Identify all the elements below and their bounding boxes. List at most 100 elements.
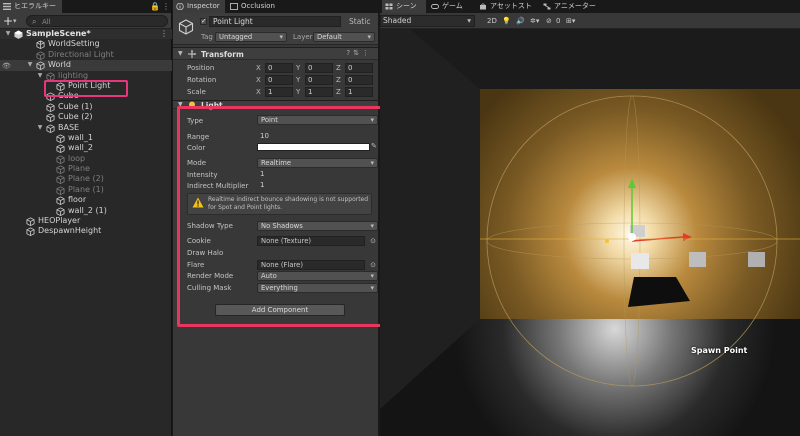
expand-arrow-icon[interactable]: ▼ xyxy=(178,50,183,57)
tree-row[interactable]: floor xyxy=(0,195,172,206)
layer-label: Layer xyxy=(293,33,313,41)
tab-animator[interactable]: アニメーター xyxy=(540,0,606,13)
gameobject-icon xyxy=(56,144,65,154)
position-x[interactable]: X0 xyxy=(256,63,294,73)
position-y[interactable]: Y0 xyxy=(296,63,334,73)
tab-hierarchy-label: ヒエラルキー xyxy=(14,2,56,10)
hierarchy-panel: ヒエラルキー 🔒 ⋮ + ▾ ⌕ All ▼ SampleScene* ⋮ Wo… xyxy=(0,0,172,436)
scale-x[interactable]: X1 xyxy=(256,87,294,97)
more-icon[interactable]: ⋮ xyxy=(162,0,170,13)
cube-object[interactable] xyxy=(689,252,706,267)
gameobject-icon xyxy=(46,123,55,133)
tab-hierarchy[interactable]: ヒエラルキー xyxy=(0,0,62,13)
cube-object[interactable] xyxy=(631,253,649,269)
tree-label: floor xyxy=(68,195,87,205)
expand-arrow-icon[interactable]: ▼ xyxy=(36,71,44,81)
audio-toggle-icon[interactable]: 🔊 xyxy=(516,16,525,26)
point-light-icon[interactable] xyxy=(628,233,636,241)
gameobject-icon xyxy=(56,134,65,143)
tree-row[interactable]: Plane (2) xyxy=(0,174,172,185)
tab-inspector[interactable]: Inspector xyxy=(173,0,225,13)
active-checkbox[interactable] xyxy=(200,17,207,25)
tab-scene-label: シーン xyxy=(396,2,417,10)
gameobject-header: Point Light Static Tag Untagged Layer De… xyxy=(173,13,378,45)
rotation-z[interactable]: Z0 xyxy=(336,75,374,85)
layer-dropdown[interactable]: Default xyxy=(313,32,375,42)
scene-grid-icon xyxy=(385,3,393,10)
expand-arrow-icon[interactable]: ▼ xyxy=(36,123,44,133)
rotation-x[interactable]: X0 xyxy=(256,75,294,85)
position-label: Position xyxy=(187,64,215,72)
effects-dropdown-icon[interactable]: ✲▾ xyxy=(530,16,539,26)
tab-occlusion[interactable]: Occlusion xyxy=(227,0,285,13)
tree-row[interactable]: HEOPlayer xyxy=(0,216,172,227)
tree-label: wall_1 xyxy=(68,132,93,142)
spawn-point-label: Spawn Point xyxy=(691,346,748,355)
tree-row[interactable]: Cube (1) xyxy=(0,102,172,112)
scale-y[interactable]: Y1 xyxy=(296,87,334,97)
gameobject-icon xyxy=(26,217,35,227)
tab-asset-store[interactable]: アセットストア xyxy=(476,0,538,23)
component-menu-icons[interactable]: ?⇅⋮ xyxy=(346,49,372,57)
tree-label: Cube (1) xyxy=(58,101,93,111)
list-icon xyxy=(3,3,11,10)
expand-arrow-icon[interactable]: ▼ xyxy=(26,60,34,70)
hierarchy-tabbar: ヒエラルキー 🔒 ⋮ xyxy=(0,0,171,13)
tree-row[interactable]: Plane xyxy=(0,164,172,175)
scene-panel: シーン ゲーム アセットストア アニメーター Shaded 2D 💡 🔊 ✲▾ … xyxy=(380,0,800,436)
tree-row[interactable]: wall_2 xyxy=(0,143,172,154)
gameobject-icon xyxy=(36,51,45,60)
tree-label: Cube (2) xyxy=(58,112,93,122)
2d-toggle[interactable]: 2D xyxy=(487,16,497,26)
tree-row[interactable]: Cube (2) xyxy=(0,112,172,123)
scene-tabbar: シーン ゲーム アセットストア アニメーター xyxy=(380,0,800,23)
tree-row[interactable]: WorldSetting xyxy=(0,39,172,50)
expand-arrow-icon[interactable]: ▼ xyxy=(4,29,12,39)
create-button[interactable]: + xyxy=(3,14,13,28)
transform-header[interactable]: ▼ Transform ?⇅⋮ xyxy=(173,47,378,60)
tree-label: Plane (1) xyxy=(68,184,104,194)
tree-row[interactable]: loop xyxy=(0,154,172,164)
scale-z[interactable]: Z1 xyxy=(336,87,374,97)
lock-icon[interactable]: 🔒 xyxy=(150,0,160,13)
scene-viewport[interactable]: Spawn Point xyxy=(380,29,800,436)
gizmos-dropdown-icon[interactable]: ⊞▾ xyxy=(566,16,575,26)
tree-row-scene[interactable]: ▼ SampleScene* ⋮ xyxy=(0,29,172,40)
position-z[interactable]: Z0 xyxy=(336,63,374,73)
transform-icon xyxy=(188,50,196,58)
tag-dropdown[interactable]: Untagged xyxy=(215,32,287,42)
gameobject-icon xyxy=(56,207,65,216)
tree-row[interactable]: Plane (1) xyxy=(0,185,172,195)
tree-row[interactable]: wall_2 (1) xyxy=(0,206,172,216)
tree-label: wall_2 xyxy=(68,143,93,153)
gameobject-icon xyxy=(56,186,65,195)
tab-game[interactable]: ゲーム xyxy=(428,0,474,13)
tree-row[interactable]: Directional Light xyxy=(0,50,172,60)
rotation-y[interactable]: Y0 xyxy=(296,75,334,85)
tab-scene[interactable]: シーン xyxy=(382,0,426,13)
search-input[interactable]: ⌕ All xyxy=(26,15,168,27)
animator-icon xyxy=(543,3,551,10)
lighting-toggle-icon[interactable]: 💡 xyxy=(502,16,511,26)
tag-label: Tag xyxy=(201,33,213,41)
shading-mode-dropdown[interactable]: Shaded xyxy=(380,15,475,27)
tree-row[interactable]: DespawnHeight xyxy=(0,226,172,237)
cube-object[interactable] xyxy=(748,252,765,267)
transform-title: Transform xyxy=(201,50,244,59)
object-name-field[interactable]: Point Light xyxy=(209,16,341,27)
scene-toolbar: Shaded 2D 💡 🔊 ✲▾ ⊘ 0 ⊞▾ xyxy=(380,13,800,29)
tab-animator-label: アニメーター xyxy=(554,2,596,10)
gameobject-icon xyxy=(56,175,65,185)
static-label[interactable]: Static xyxy=(349,17,370,26)
tree-label: wall_2 (1) xyxy=(68,205,107,215)
tree-row[interactable]: 👁 ▼ World xyxy=(0,60,172,71)
tree-row[interactable]: wall_1 xyxy=(0,133,172,143)
tab-game-label: ゲーム xyxy=(442,2,463,10)
chevron-down-icon[interactable]: ▾ xyxy=(13,15,17,27)
tree-row[interactable]: ▼ BASE xyxy=(0,123,172,133)
range-handle[interactable] xyxy=(605,239,609,243)
hidden-objects-icon[interactable]: ⊘ xyxy=(546,16,552,26)
more-icon[interactable]: ⋮ xyxy=(160,29,168,39)
gameobject-icon xyxy=(178,19,194,35)
tree-label: BASE xyxy=(58,122,80,132)
